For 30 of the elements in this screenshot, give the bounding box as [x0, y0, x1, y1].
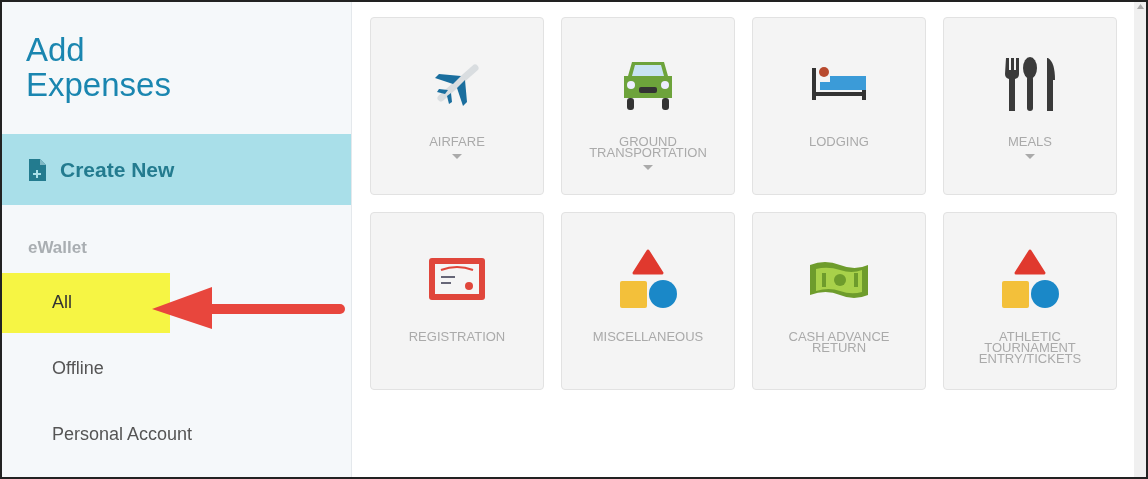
certificate-icon — [427, 256, 487, 302]
tile-label: MEALS — [1006, 136, 1054, 147]
tile-label: REGISTRATION — [407, 331, 507, 342]
expense-tile[interactable]: ATHLETIC TOURNAMENT ENTRY/TICKETS — [943, 212, 1117, 390]
expense-tile[interactable]: MEALS — [943, 17, 1117, 195]
shapes-icon — [1000, 249, 1060, 309]
page-title: Add Expenses — [25, 30, 172, 102]
new-document-icon — [28, 158, 46, 181]
tile-label: CASH ADVANCE RETURN — [787, 331, 891, 353]
expense-tile[interactable]: CASH ADVANCE RETURN — [752, 212, 926, 390]
sidebar-item[interactable]: All — [2, 272, 170, 333]
cash-icon — [808, 259, 870, 299]
expense-tile[interactable]: MISCELLANEOUS — [561, 212, 735, 390]
scrollbar[interactable] — [1134, 2, 1146, 477]
sidebar-item[interactable]: Personal Account — [2, 404, 302, 465]
tile-label: LODGING — [808, 136, 870, 147]
tile-label: GROUND TRANSPORTATION — [588, 136, 708, 158]
section-label: eWallet — [27, 237, 88, 259]
expense-tile[interactable]: LODGING — [752, 17, 926, 195]
expense-tile[interactable]: AIRFARE — [370, 17, 544, 195]
shapes-icon — [618, 249, 678, 309]
tile-label: MISCELLANEOUS — [591, 331, 705, 342]
tile-label: ATHLETIC TOURNAMENT ENTRY/TICKETS — [977, 331, 1083, 364]
sidebar-item[interactable]: Offline — [2, 338, 302, 399]
create-new-button[interactable]: Create New — [2, 134, 351, 205]
expense-tile[interactable]: GROUND TRANSPORTATION — [561, 17, 735, 195]
scroll-up-icon[interactable] — [1136, 4, 1144, 9]
utensils-icon — [1004, 56, 1056, 112]
tile-label: AIRFARE — [428, 136, 486, 147]
expense-tile[interactable]: REGISTRATION — [370, 212, 544, 390]
